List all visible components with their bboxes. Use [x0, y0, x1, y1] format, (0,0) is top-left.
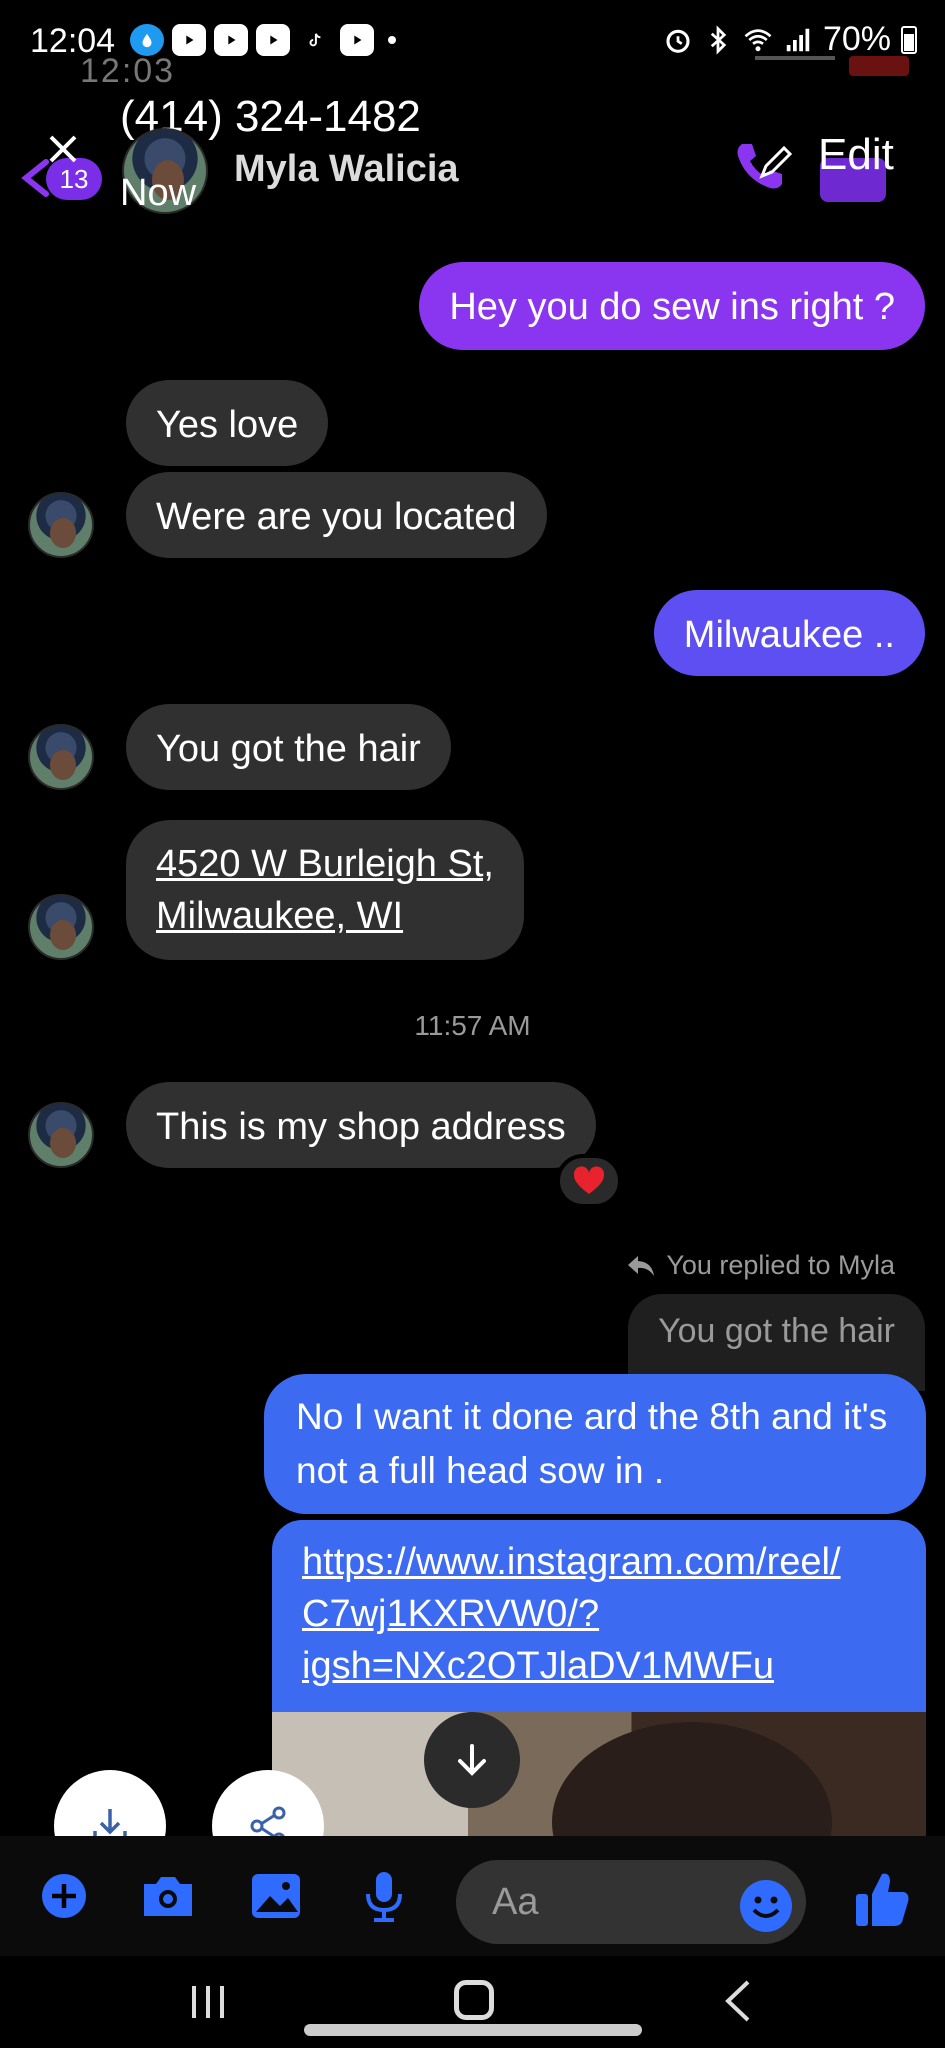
heart-icon [573, 1166, 605, 1194]
youtube-icon [172, 24, 206, 56]
message-timestamp: 11:57 AM [414, 1010, 531, 1041]
reply-arrow-icon [628, 1255, 655, 1276]
camera-icon[interactable] [138, 1866, 198, 1926]
message-outgoing[interactable]: Hey you do sew ins right ? [419, 262, 925, 350]
scroll-to-bottom-button[interactable] [424, 1712, 520, 1808]
contact-name[interactable]: Myla Walicia [234, 148, 459, 191]
microphone-icon[interactable] [354, 1866, 414, 1926]
heart-reaction[interactable] [556, 1154, 622, 1208]
message-incoming[interactable]: This is my shop address [126, 1082, 596, 1168]
message-incoming[interactable]: Yes love [126, 380, 329, 466]
presence-status: Now [120, 172, 197, 214]
link-preview-card[interactable]: https://www.instagram.com/reel/ C7wj1KXR… [272, 1520, 926, 1840]
message-incoming[interactable]: You got the hair [126, 704, 451, 790]
sender-avatar[interactable] [28, 492, 94, 558]
link-line2[interactable]: C7wj1KXRVW0/? [302, 1588, 896, 1640]
sender-avatar[interactable] [28, 894, 94, 960]
link-line3[interactable]: igsh=NXc2OTJlaDV1MWFu [302, 1640, 896, 1692]
wifi-icon [744, 28, 772, 51]
address-link-line2[interactable]: Milwaukee, WI [156, 890, 494, 942]
thumbs-up-icon[interactable] [852, 1868, 912, 1930]
gesture-handle[interactable] [304, 2024, 642, 2036]
youtube-icon [214, 24, 248, 56]
link-line1[interactable]: https://www.instagram.com/reel/ [302, 1536, 896, 1588]
reply-indicator: You replied to Myla [626, 1250, 895, 1281]
reply-label-text: You replied to Myla [666, 1250, 895, 1280]
battery-icon [901, 25, 917, 54]
plus-icon[interactable] [34, 1866, 94, 1926]
edit-button[interactable]: Edit [818, 130, 894, 180]
message-incoming-address[interactable]: 4520 W Burleigh St, Milwaukee, WI [126, 820, 524, 960]
youtube-icon [340, 24, 374, 56]
ghost-badge [849, 56, 909, 76]
message-outgoing[interactable]: No I want it done ard the 8th and it's n… [264, 1374, 926, 1514]
battery-percent: 70% [822, 20, 891, 58]
home-button[interactable] [454, 1980, 494, 2020]
youtube-icon [256, 24, 290, 56]
gallery-icon[interactable] [246, 1866, 306, 1926]
tiktok-icon [298, 24, 332, 56]
link-preview-image[interactable] [272, 1712, 926, 1840]
system-nav-bar [0, 1956, 945, 2048]
ghost-signal [755, 56, 835, 76]
pencil-icon[interactable] [756, 142, 796, 182]
signal-icon [786, 28, 810, 51]
conversation-header: 13 (414) 324-1482 Now Myla Walicia Edit [0, 80, 945, 230]
address-link-line1[interactable]: 4520 W Burleigh St, [156, 838, 494, 890]
message-composer [0, 1836, 945, 1956]
sender-avatar[interactable] [28, 1102, 94, 1168]
arrow-down-icon [458, 1744, 486, 1776]
notification-dot [388, 36, 396, 44]
close-icon[interactable] [46, 132, 80, 166]
message-outgoing[interactable]: Milwaukee .. [653, 590, 925, 676]
bluetooth-icon [710, 24, 727, 55]
back-nav-icon[interactable] [720, 1978, 756, 2024]
sender-avatar[interactable] [28, 724, 94, 790]
status-right: 70% [663, 20, 917, 59]
message-incoming[interactable]: Were are you located [126, 472, 547, 558]
instagram-link[interactable]: https://www.instagram.com/reel/ C7wj1KXR… [272, 1520, 926, 1708]
alarm-icon [666, 29, 690, 53]
recents-icon[interactable] [188, 1982, 228, 2022]
emoji-icon[interactable] [738, 1878, 794, 1934]
